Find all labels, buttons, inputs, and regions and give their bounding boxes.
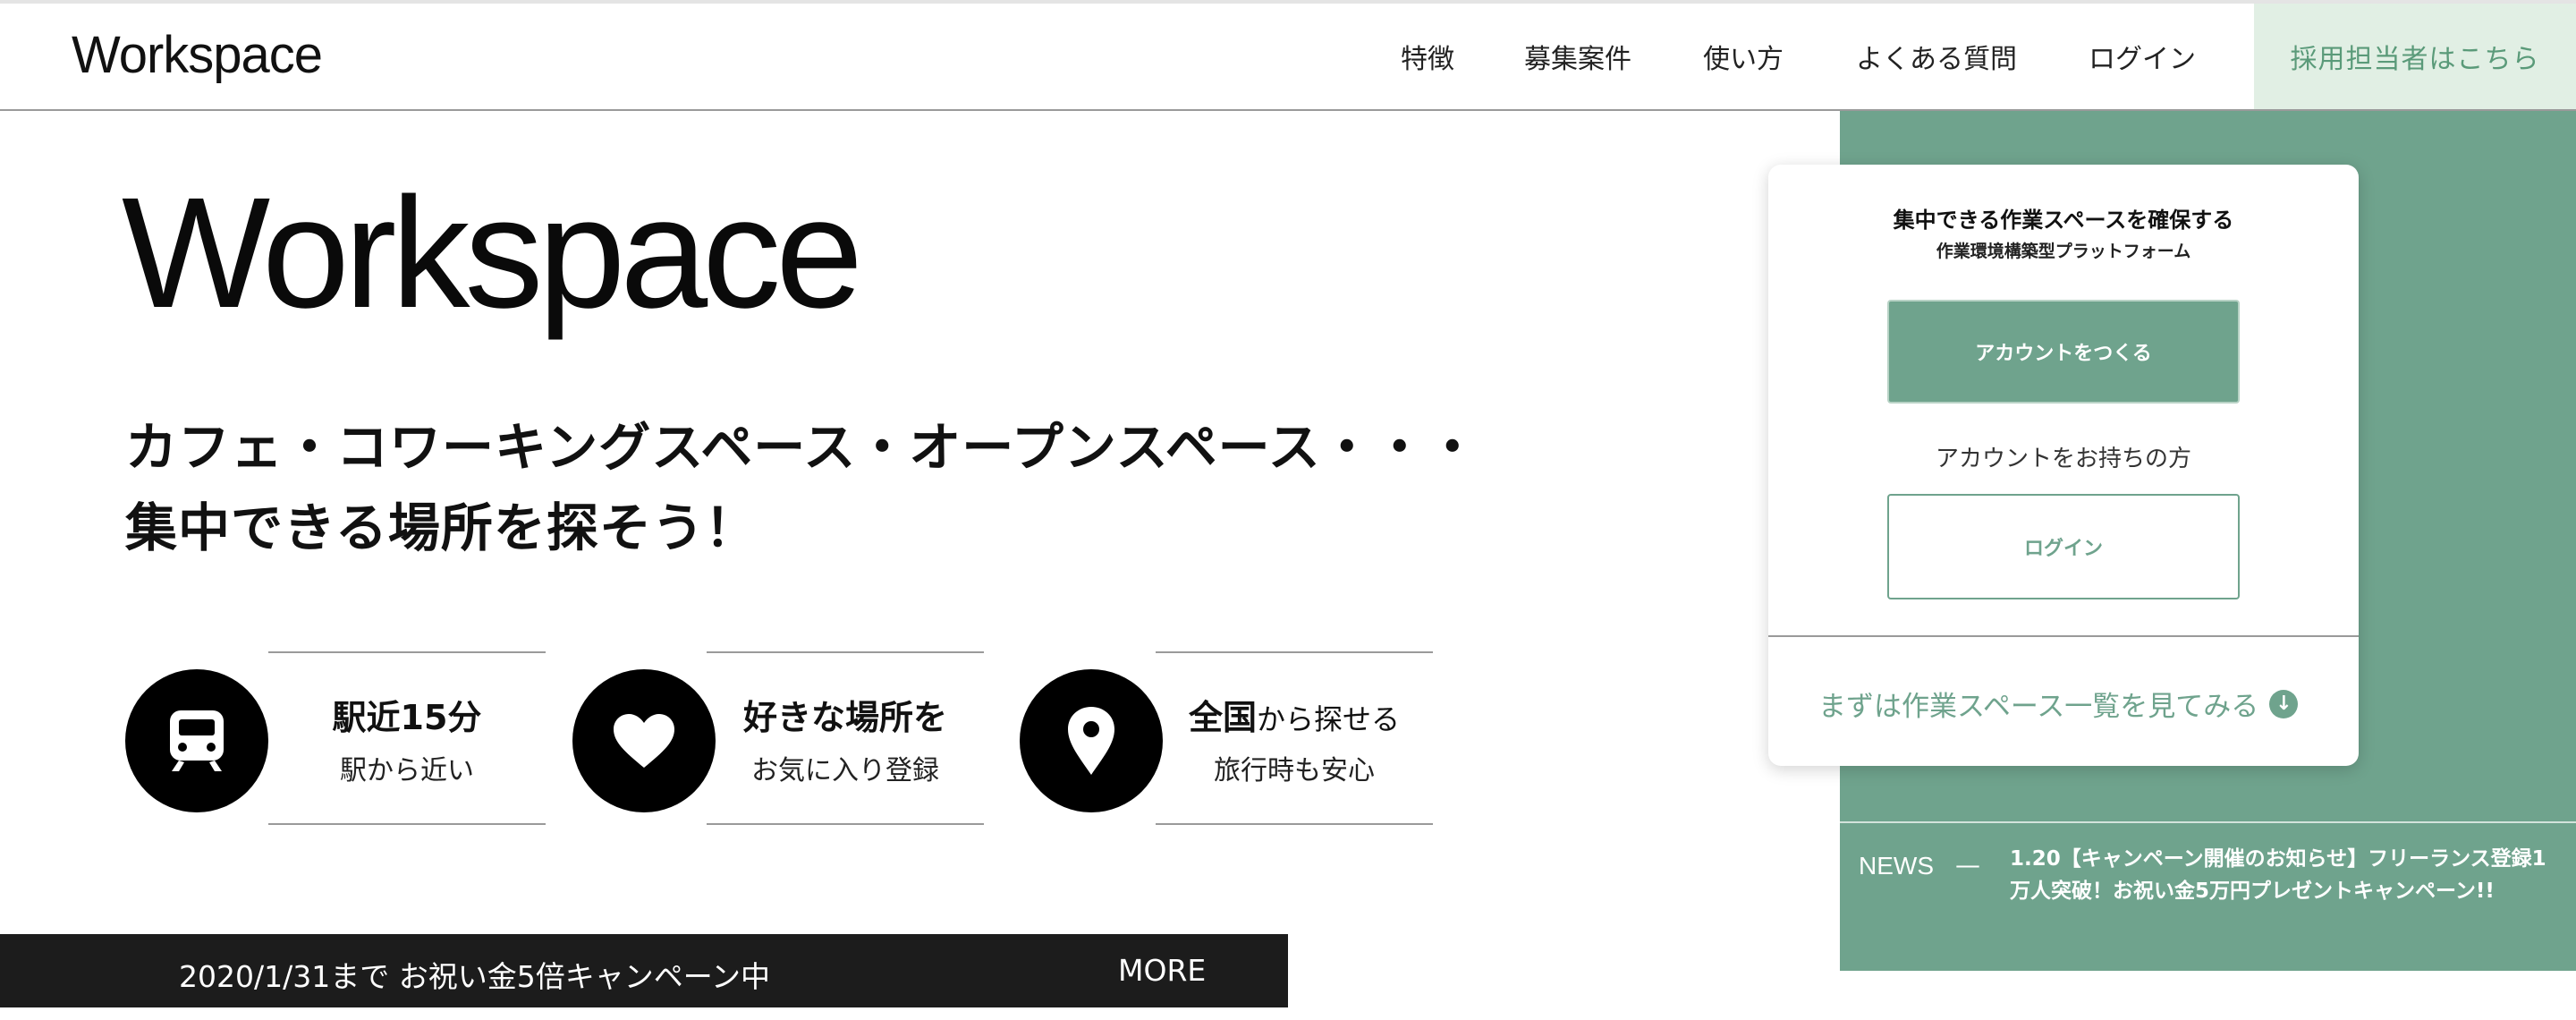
card-title: 集中できる作業スペースを確保する: [1893, 208, 2234, 233]
site-logo[interactable]: Workspace: [72, 25, 323, 85]
arrow-down-circle-icon[interactable]: ↓: [2269, 689, 2299, 718]
hero-tagline: カフェ・コワーキングスペース・オープンスペース・・・ 集中できる場所を探そう！: [125, 407, 1479, 568]
nav-item-features[interactable]: 特徴: [1401, 4, 1454, 109]
view-workspaces-label[interactable]: まずは作業スペース一覧を見てみる: [1818, 684, 2258, 724]
nav-label[interactable]: 募集案件: [1524, 37, 1631, 76]
feature-icon-circle: [1020, 669, 1163, 812]
news-label: NEWS: [1859, 852, 1934, 880]
campaign-more-link[interactable]: MORE: [1118, 953, 1206, 988]
feature-station: 駅近15分 駅から近い: [125, 651, 555, 825]
heart-icon: [614, 714, 674, 768]
nav-label[interactable]: 特徴: [1401, 37, 1454, 76]
feature-favorites: 好きな場所を お気に入り登録: [572, 651, 1002, 825]
nav-item-login[interactable]: ログイン: [2089, 4, 2196, 109]
train-icon: [170, 710, 224, 771]
create-account-button[interactable]: アカウントをつくる: [1887, 300, 2240, 404]
location-pin-icon: [1068, 707, 1114, 775]
feature-text: 全国から探せる 旅行時も安心: [1156, 651, 1433, 825]
feature-subtitle: 旅行時も安心: [1214, 754, 1375, 786]
view-workspaces-link[interactable]: まずは作業スペース一覧を見てみる ↓: [1818, 684, 2299, 724]
nav-item-jobs[interactable]: 募集案件: [1524, 4, 1631, 109]
have-account-label: アカウントをお持ちの方: [1935, 446, 2191, 472]
feature-nationwide: 全国から探せる 旅行時も安心: [1020, 651, 1449, 825]
news-dash: —: [1955, 850, 1980, 880]
tagline-line-2: 集中できる場所を探そう！: [125, 497, 758, 558]
feature-subtitle: お気に入り登録: [751, 754, 939, 786]
nav-label[interactable]: 使い方: [1703, 37, 1784, 76]
news-item-link[interactable]: 1.20【キャンペーン開催のお知らせ】フリーランス登録1万人突破！お祝い金5万円…: [2010, 843, 2555, 907]
signup-card: 集中できる作業スペースを確保する 作業環境構築型プラットフォーム アカウントをつ…: [1768, 165, 2359, 766]
tagline-line-1: カフェ・コワーキングスペース・オープンスペース・・・: [125, 417, 1479, 478]
feature-title: 駅近15分: [332, 697, 482, 737]
news-divider: [1840, 821, 2576, 823]
feature-title: 好きな場所を: [742, 697, 947, 737]
feature-icon-circle: [125, 669, 268, 812]
card-divider: [1768, 635, 2359, 637]
feature-title: 全国から探せる: [1188, 697, 1401, 737]
hero-title: Workspace: [122, 166, 863, 341]
campaign-text: 2020/1/31まで お祝い金5倍キャンペーン中: [179, 959, 771, 994]
nav-label[interactable]: ログイン: [2089, 37, 2196, 76]
feature-subtitle: 駅から近い: [340, 754, 474, 786]
nav-item-faq[interactable]: よくある質問: [1856, 4, 2017, 109]
nav-item-how-to-use[interactable]: 使い方: [1703, 4, 1784, 109]
feature-icon-circle: [572, 669, 716, 812]
nav-label[interactable]: よくある質問: [1856, 37, 2017, 76]
card-subtitle: 作業環境構築型プラットフォーム: [1936, 242, 2191, 261]
feature-text: 駅近15分 駅から近い: [268, 651, 546, 825]
campaign-banner[interactable]: 2020/1/31まで お祝い金5倍キャンペーン中 MORE: [0, 934, 1288, 1007]
login-button[interactable]: ログイン: [1887, 494, 2240, 599]
site-header: Workspace 特徴 募集案件 使い方 よくある質問 ログイン 採用担当者は…: [0, 4, 2576, 111]
recruiter-link[interactable]: 採用担当者はこちら: [2254, 4, 2576, 109]
feature-text: 好きな場所を お気に入り登録: [707, 651, 984, 825]
